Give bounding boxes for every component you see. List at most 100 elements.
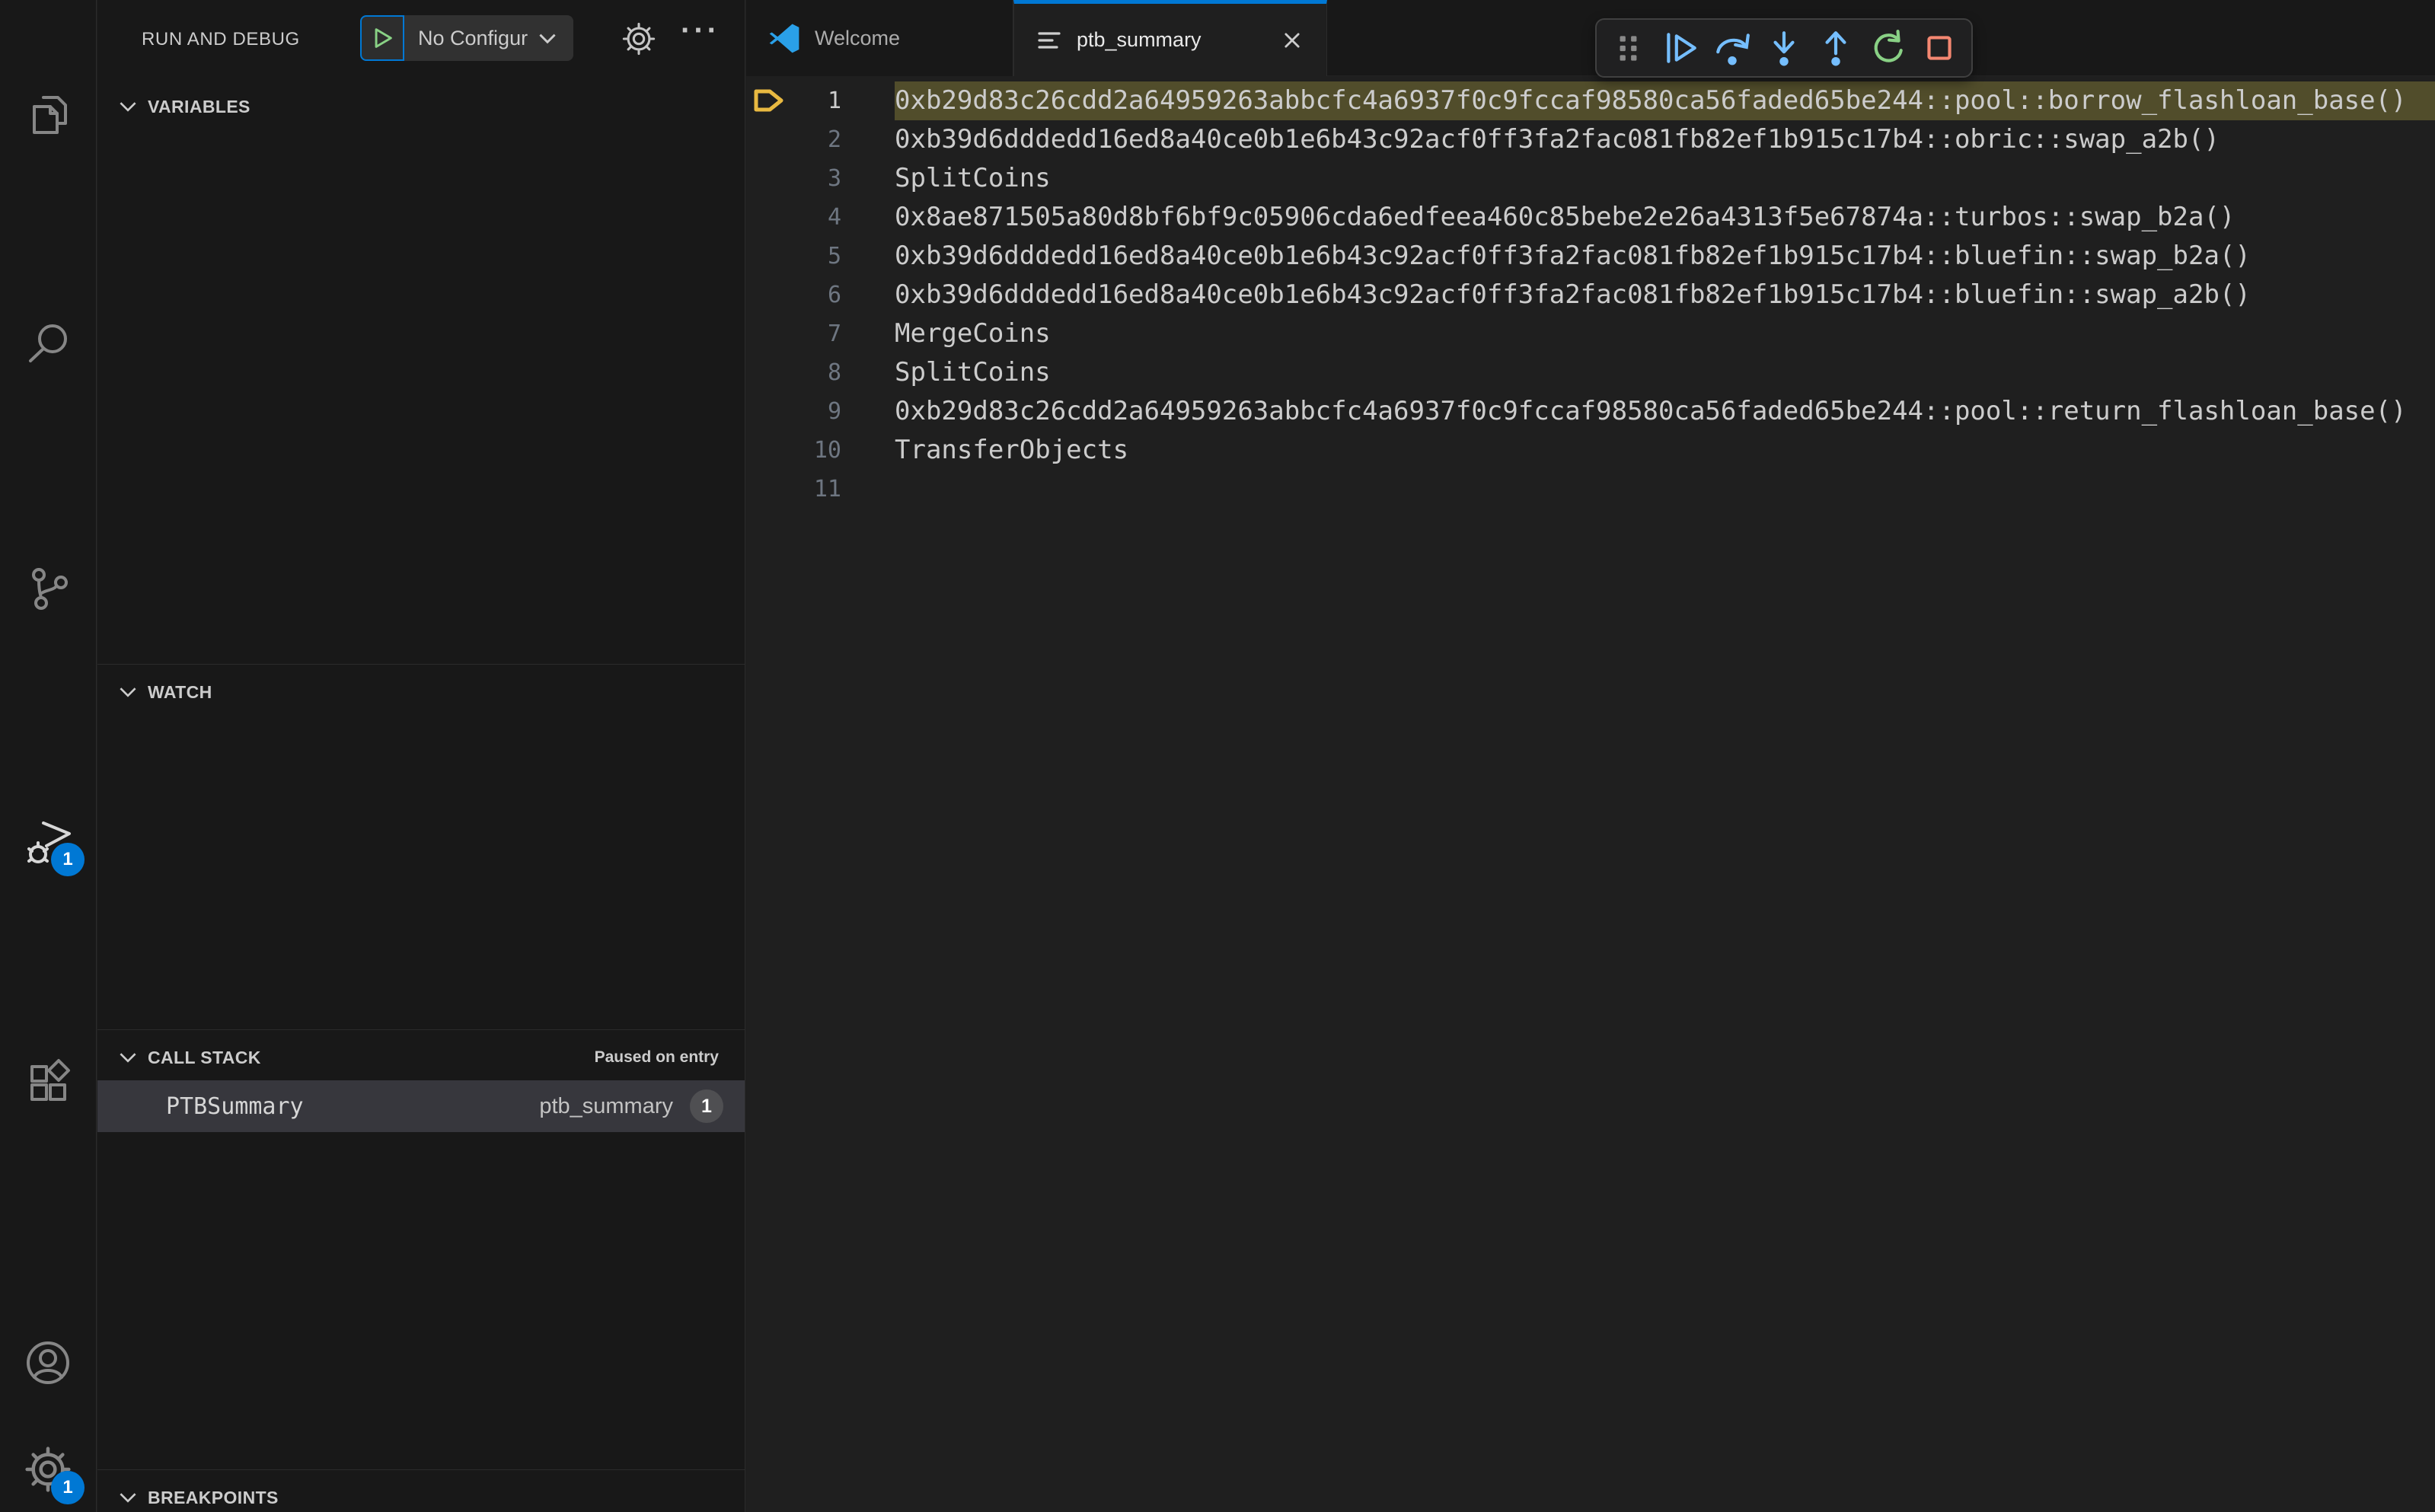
- gutter[interactable]: 9: [746, 392, 895, 431]
- gutter[interactable]: 11: [746, 470, 895, 509]
- play-icon: [375, 28, 392, 48]
- code-line: 4 0x8ae871505a80d8bf6bf9c05906cda6edfeea4…: [746, 198, 2435, 237]
- frame-badge: 1: [690, 1089, 723, 1123]
- line-number: 5: [827, 243, 841, 270]
- tab-welcome[interactable]: Welcome: [746, 0, 1013, 76]
- step-into-icon: [1773, 31, 1795, 66]
- source-control-icon: [32, 568, 68, 610]
- gutter[interactable]: 7: [746, 314, 895, 353]
- gutter[interactable]: 5: [746, 237, 895, 276]
- stop-icon: [1927, 36, 1952, 60]
- code-text[interactable]: 0x8ae871505a80d8bf6bf9c05906cda6edfeea46…: [895, 198, 2435, 237]
- activity-item-extensions[interactable]: [24, 1057, 72, 1105]
- stop-button[interactable]: [1915, 24, 1964, 72]
- gutter[interactable]: 4: [746, 198, 895, 237]
- code-line: 5 0xb39d6dddedd16ed8a40ce0b1e6b43c92acf0f…: [746, 237, 2435, 276]
- code-lines: 1 0xb29d83c26cdd2a64959263abbcfc4a6937f0c…: [746, 81, 2435, 509]
- watch-section-header[interactable]: WATCH: [97, 665, 745, 707]
- restart-icon: [1874, 30, 1903, 62]
- code-text[interactable]: TransferObjects: [895, 431, 2435, 470]
- activity-item-search[interactable]: [24, 318, 72, 367]
- call-stack-frames: PTBSummary ptb_summary 1: [97, 1080, 745, 1132]
- step-out-icon: [1825, 31, 1846, 66]
- frame-name: PTBSummary: [166, 1093, 304, 1120]
- activity-item-accounts[interactable]: [24, 1338, 72, 1387]
- call-stack-section-label: CALL STACK: [148, 1047, 261, 1067]
- gutter[interactable]: 10: [746, 431, 895, 470]
- code-line: 7 MergeCoins: [746, 314, 2435, 353]
- configuration-dropdown[interactable]: No Configur: [404, 15, 574, 61]
- code-text[interactable]: 0xb29d83c26cdd2a64959263abbcfc4a6937f0c9…: [895, 392, 2435, 431]
- code-line: 11: [746, 470, 2435, 509]
- activity-item-source-control[interactable]: [24, 563, 72, 612]
- step-into-button[interactable]: [1760, 24, 1808, 72]
- code-text[interactable]: SplitCoins: [895, 353, 2435, 392]
- breakpoints-section: BREAKPOINTS: [97, 1469, 745, 1512]
- tab-label: ptb_summary: [1077, 28, 1202, 51]
- gear-icon: [622, 22, 656, 56]
- line-number: 9: [827, 398, 841, 425]
- debug-settings-button[interactable]: [621, 21, 656, 56]
- breakpoints-section-label: BREAKPOINTS: [148, 1487, 279, 1507]
- chevron-down-icon: [119, 1491, 137, 1504]
- line-number: 6: [827, 282, 841, 308]
- sidebar-title: RUN AND DEBUG: [142, 29, 300, 49]
- debug-current-line-arrow-icon: [754, 89, 783, 112]
- vscode-window: 1 1 RUN AND DEBUG No Configur ··· VARIAB…: [0, 0, 2435, 1512]
- restart-button[interactable]: [1863, 24, 1912, 72]
- chevron-down-icon: [119, 100, 137, 113]
- line-number: 1: [827, 88, 841, 114]
- chevron-down-icon: [539, 33, 556, 43]
- code-text[interactable]: 0xb39d6dddedd16ed8a40ce0b1e6b43c92acf0ff…: [895, 237, 2435, 276]
- activity-item-run-and-debug[interactable]: 1: [24, 817, 85, 876]
- files-icon: [33, 96, 67, 134]
- gutter[interactable]: 3: [746, 159, 895, 198]
- more-actions-button[interactable]: ···: [681, 14, 720, 48]
- continue-button[interactable]: [1656, 24, 1705, 72]
- code-text[interactable]: 0xb39d6dddedd16ed8a40ce0b1e6b43c92acf0ff…: [895, 120, 2435, 159]
- code-text[interactable]: 0xb29d83c26cdd2a64959263abbcfc4a6937f0c9…: [895, 81, 2435, 120]
- gutter[interactable]: 2: [746, 120, 895, 159]
- variables-section: VARIABLES: [97, 79, 745, 664]
- close-icon[interactable]: [1279, 27, 1305, 53]
- tab-ptb-summary[interactable]: ptb_summary: [1013, 0, 1327, 76]
- line-number: 2: [827, 126, 841, 153]
- extensions-icon: [30, 1059, 70, 1101]
- step-out-button[interactable]: [1811, 24, 1860, 72]
- gripper-icon: [1620, 36, 1637, 61]
- account-icon: [27, 1341, 69, 1384]
- activity-item-explorer[interactable]: [24, 90, 72, 139]
- tab-bar: Welcome ptb_summary: [746, 0, 2435, 76]
- debug-toolbar: [1595, 18, 1973, 78]
- step-over-icon: [1716, 33, 1750, 65]
- gutter[interactable]: 1: [746, 81, 895, 120]
- breakpoints-section-header[interactable]: BREAKPOINTS: [97, 1470, 745, 1512]
- sidebar-header: RUN AND DEBUG No Configur ···: [97, 0, 745, 79]
- activity-bar: 1 1: [0, 0, 97, 1512]
- line-number: 7: [827, 321, 841, 347]
- list-file-icon: [1038, 31, 1061, 49]
- code-editor[interactable]: 1 0xb29d83c26cdd2a64959263abbcfc4a6937f0c…: [746, 81, 2435, 509]
- code-line: 8 SplitCoins: [746, 353, 2435, 392]
- code-line: 3 SplitCoins: [746, 159, 2435, 198]
- launch-configuration-control: No Configur: [360, 15, 574, 61]
- start-debugging-button[interactable]: [360, 15, 404, 61]
- code-text[interactable]: [895, 470, 2435, 509]
- code-text[interactable]: SplitCoins: [895, 159, 2435, 198]
- activity-item-settings[interactable]: 1: [24, 1445, 85, 1504]
- gutter[interactable]: 6: [746, 276, 895, 314]
- line-number: 11: [813, 476, 841, 502]
- variables-section-header[interactable]: VARIABLES: [97, 79, 745, 122]
- step-over-button[interactable]: [1708, 24, 1757, 72]
- code-line: 9 0xb29d83c26cdd2a64959263abbcfc4a6937f0c…: [746, 392, 2435, 431]
- code-text[interactable]: 0xb39d6dddedd16ed8a40ce0b1e6b43c92acf0ff…: [895, 276, 2435, 314]
- debug-toolbar-drag-handle[interactable]: [1604, 24, 1653, 72]
- gutter[interactable]: 8: [746, 353, 895, 392]
- call-stack-frame[interactable]: PTBSummary ptb_summary 1: [97, 1080, 745, 1132]
- run-and-debug-sidebar: RUN AND DEBUG No Configur ··· VARIABLES …: [97, 0, 745, 1512]
- vscode-logo-icon: [769, 24, 799, 53]
- code-text[interactable]: MergeCoins: [895, 314, 2435, 353]
- continue-icon: [1667, 33, 1696, 63]
- watch-section: WATCH: [97, 664, 745, 1029]
- frame-location: ptb_summary: [539, 1093, 673, 1118]
